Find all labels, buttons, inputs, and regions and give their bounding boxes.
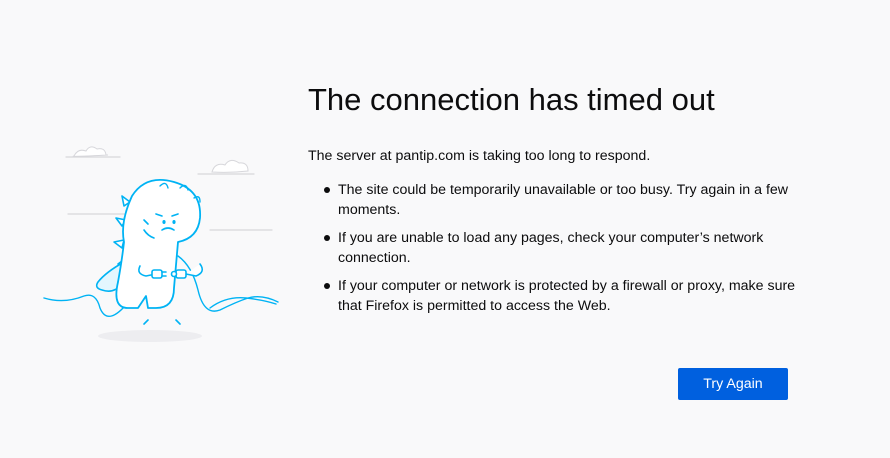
- try-again-button[interactable]: Try Again: [678, 368, 788, 400]
- reason-text: The site could be temporarily unavailabl…: [338, 182, 789, 218]
- error-title: The connection has timed out: [308, 82, 715, 117]
- bullet-icon: [324, 187, 330, 193]
- error-reasons-list: The site could be temporarily unavailabl…: [308, 180, 798, 316]
- error-page: The connection has timed out The server …: [0, 0, 890, 458]
- reason-text: If you are unable to load any pages, che…: [338, 230, 764, 266]
- unplugged-dinosaur-icon: [43, 146, 279, 342]
- reason-text: If your computer or network is protected…: [338, 278, 796, 314]
- cloud-icon: [72, 146, 249, 173]
- bullet-icon: [324, 235, 330, 241]
- bullet-icon: [324, 283, 330, 289]
- list-item: If your computer or network is protected…: [322, 276, 798, 316]
- error-content: The connection has timed out The server …: [308, 78, 798, 324]
- list-item: The site could be temporarily unavailabl…: [322, 180, 798, 220]
- list-item: If you are unable to load any pages, che…: [322, 228, 798, 268]
- error-description: The server at pantip.com is taking too l…: [308, 148, 651, 164]
